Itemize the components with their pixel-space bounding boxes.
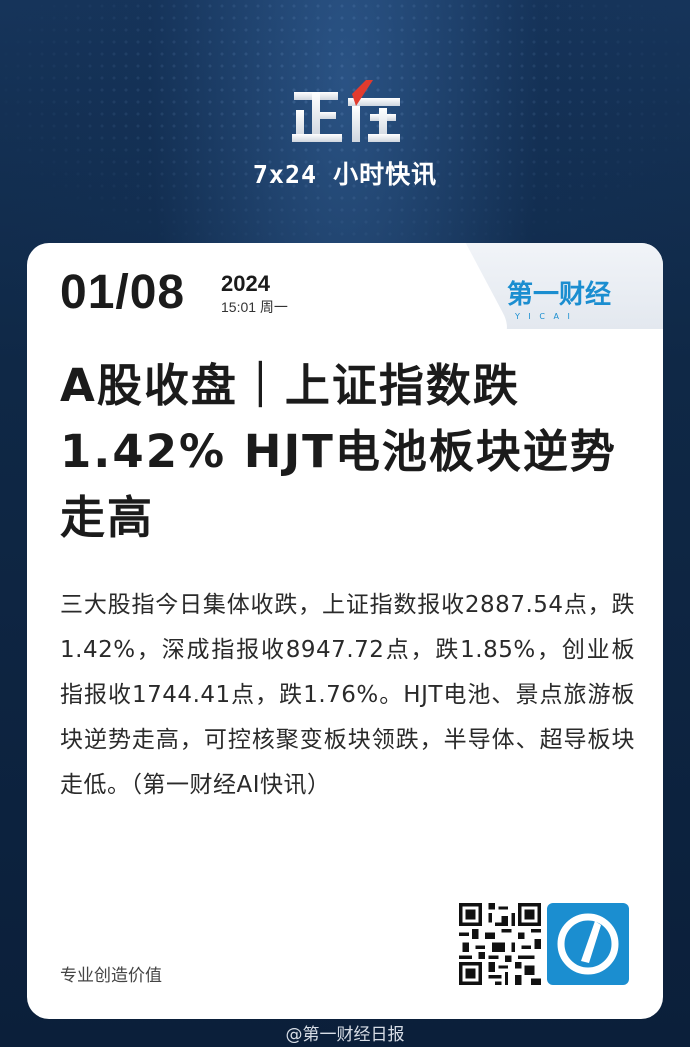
news-headline: A股收盘｜上证指数跌1.42% HJT电池板块逆势走高 — [60, 359, 617, 544]
qr-code-icon[interactable] — [459, 903, 541, 985]
weibo-watermark: @第一财经日报 — [285, 1025, 405, 1045]
zhengzai-logo — [292, 80, 400, 142]
brand-subtitle: 7x24 小时快讯 — [252, 160, 438, 189]
yicai-logo: 第一财经 Y I C A I — [507, 279, 611, 321]
slogan: 专业创造价值 — [60, 966, 162, 986]
news-date: 01/08 — [60, 266, 186, 319]
news-card: 01/08 2024 15:01 周一 第一财经 Y I C A I A股收盘｜… — [27, 243, 663, 1019]
yicai-app-icon[interactable] — [547, 903, 629, 985]
news-time-weekday: 15:01 周一 — [221, 299, 288, 315]
news-year: 2024 — [221, 271, 270, 296]
yicai-logo-sub: Y I C A I — [514, 312, 573, 321]
yicai-logo-text: 第一财经 — [507, 279, 611, 310]
news-body: 三大股指今日集体收跌，上证指数报收2887.54点，跌1.42%，深成指报收89… — [60, 592, 635, 798]
